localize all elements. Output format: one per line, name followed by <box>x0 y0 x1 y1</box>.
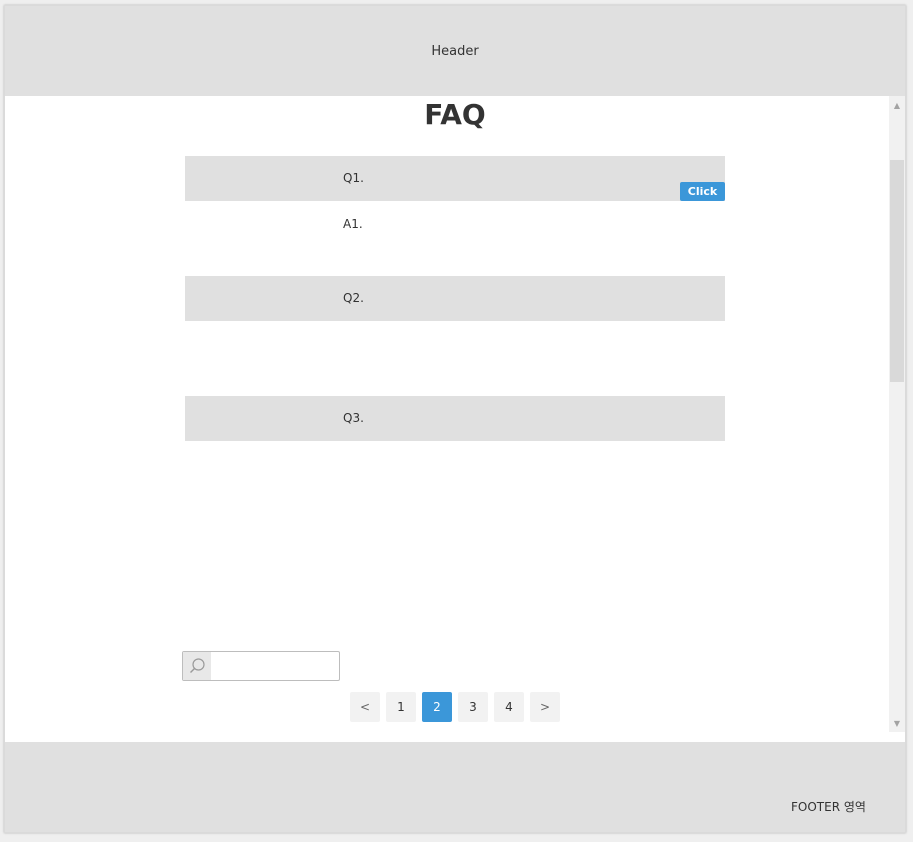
header: Header <box>5 6 905 96</box>
scroll-thumb[interactable] <box>890 160 904 382</box>
page-button-1[interactable]: 1 <box>386 692 416 722</box>
faq-question-3[interactable]: Q3. <box>185 396 725 441</box>
search-box <box>182 651 340 681</box>
main-content: FAQ Q1. Click A1. Q2. Q3. < 1 2 3 4 > ▲ … <box>5 96 905 742</box>
faq-answer-1: A1. <box>343 217 363 231</box>
app-window: Header FAQ Q1. Click A1. Q2. Q3. < 1 2 3… <box>4 5 906 833</box>
page-button-3[interactable]: 3 <box>458 692 488 722</box>
search-input[interactable] <box>213 654 337 678</box>
prev-page-button[interactable]: < <box>350 692 380 722</box>
next-page-button[interactable]: > <box>530 692 560 722</box>
page-button-4[interactable]: 4 <box>494 692 524 722</box>
header-title: Header <box>431 44 479 59</box>
faq-question-label: Q1. <box>343 171 364 185</box>
faq-question-label: Q3. <box>343 411 364 425</box>
page-title: FAQ <box>424 98 486 131</box>
faq-question-1[interactable]: Q1. <box>185 156 725 201</box>
click-button[interactable]: Click <box>680 182 725 201</box>
scroll-up-icon[interactable]: ▲ <box>889 98 905 114</box>
footer: FOOTER 영역 <box>5 742 905 832</box>
search-icon[interactable] <box>183 652 211 680</box>
scroll-down-icon[interactable]: ▼ <box>889 716 905 732</box>
footer-text: FOOTER 영역 <box>791 800 866 814</box>
faq-question-label: Q2. <box>343 291 364 305</box>
faq-question-2[interactable]: Q2. <box>185 276 725 321</box>
page-button-2[interactable]: 2 <box>422 692 452 722</box>
vertical-scrollbar[interactable]: ▲ ▼ <box>889 96 905 732</box>
